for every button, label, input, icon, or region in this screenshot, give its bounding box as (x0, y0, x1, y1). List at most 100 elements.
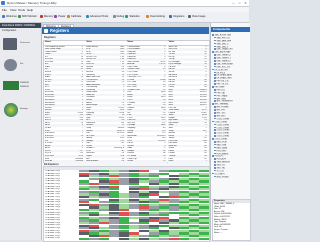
config-header: Dual Rank DDR4 / 3200MHz (0, 23, 41, 28)
tree-node-icon (214, 91, 216, 94)
register-value: Enabled (75, 160, 83, 163)
components-panel: Components SMU_BOOST_MIN SMU_PHY_CTL SMU_M… (210, 23, 251, 241)
tree-node-icon (214, 140, 216, 143)
registers-section-label: Registers (44, 36, 56, 39)
tree-node-icon (212, 138, 214, 140)
component-label: MISC_FUSES (216, 175, 229, 178)
toolbar-button-6[interactable]: Debug (112, 14, 124, 20)
component-label: SMU_BOOST_MIN (214, 34, 231, 37)
heatmap-cell[interactable] (109, 237, 119, 240)
toolbar-button-10[interactable]: Raw Image (188, 14, 206, 20)
tree-node-icon (214, 60, 216, 62)
heatmap-cell[interactable] (129, 237, 139, 240)
toolbar-icon (66, 15, 70, 18)
heatmap-cell[interactable] (189, 237, 199, 240)
tree-node-icon (214, 135, 216, 137)
tree-node-icon (214, 158, 216, 160)
toolbar-button-3[interactable]: Power (54, 14, 66, 20)
tree-node-icon (214, 100, 216, 103)
heatmap-cell[interactable] (139, 237, 149, 240)
component-label: OC_CTL (216, 170, 225, 173)
toolbar-icon (169, 15, 173, 18)
registers-icon (44, 28, 48, 33)
register-name: Row Hammer (86, 160, 99, 163)
minimize-button[interactable]: — (231, 1, 236, 5)
tree-node-icon (214, 74, 216, 77)
toolbar-button-0[interactable]: Welcome (2, 14, 17, 20)
registers-table: Name Clk Frequency Source 0 Gear Down Mode 1… (43, 40, 210, 163)
toolbar-button-4[interactable]: Calibrate (66, 14, 81, 20)
heatmap-cell[interactable] (169, 237, 179, 240)
tree-node-icon (214, 80, 216, 82)
tree-node-icon (214, 88, 216, 91)
tree-node-icon (214, 54, 216, 56)
component-label: FCH_GPIO (216, 149, 227, 152)
toolbar-button-7[interactable]: Statistics (125, 14, 140, 20)
dimm-icon[interactable] (3, 81, 19, 90)
tree-node-icon (214, 129, 216, 131)
tree-node-icon (214, 114, 216, 117)
register-name: Done (168, 160, 174, 163)
heatmap-cell[interactable] (79, 237, 89, 240)
tree-node-icon (214, 62, 216, 65)
toolbar-icon (145, 15, 149, 18)
tree-node-icon (212, 86, 214, 88)
tree-node-icon (214, 132, 216, 134)
register-column: Name Clk Frequency Source 0 Gear Down Mode 1… (44, 41, 85, 163)
tree-node-icon (214, 146, 216, 149)
dimm-a1-label: DIMM A1 (20, 82, 29, 84)
property-row: Notes: — (214, 231, 222, 234)
tree-node-icon (214, 117, 216, 120)
heatmap-cell[interactable] (89, 237, 99, 240)
tree-node-icon (214, 94, 216, 97)
tree-node-icon (214, 77, 216, 79)
toolbar-button-2[interactable]: Memory (39, 14, 54, 20)
tree-node-icon (214, 152, 216, 155)
properties-panel: Properties Name: UMC_TIMING_0 Offset: 0x2… (212, 199, 251, 241)
tree-node-icon (212, 34, 214, 36)
component-label: CCX0_CORE0 (216, 118, 230, 121)
left-panel: Dual Rank DDR4 / 3200MHz Configuration P… (0, 23, 42, 240)
component-label: PHY_CAL (216, 92, 226, 95)
component-label: MP1_EDC (216, 115, 226, 118)
window-title: Ryzen Master / Memory Timing Utility (7, 1, 57, 5)
processor-icon[interactable] (3, 38, 17, 50)
tree-node-icon (214, 161, 216, 163)
storage-label: Storage (20, 108, 28, 110)
toolbar-button-1[interactable]: SMU Monitor (17, 14, 37, 20)
heatmap-cell[interactable] (119, 237, 129, 240)
heatmap-cell[interactable] (199, 237, 209, 240)
die-icon[interactable] (4, 59, 17, 71)
toolbar-label: Statistics (129, 15, 140, 18)
component-label: SVI2_TEL (216, 167, 226, 170)
toolbar-label: Welcome (6, 15, 17, 18)
tree-node-icon (212, 120, 214, 123)
heatmap-cell[interactable] (99, 237, 109, 240)
register-row[interactable]: Row Hammer Off (85, 160, 127, 163)
config-subtitle: Configuration (2, 29, 17, 32)
tree-node-icon (214, 45, 216, 48)
toolbar: Welcome SMU Monitor Memory Power Calibrate Ad… (0, 12, 249, 23)
toolbar-button-5[interactable]: Advanced Tools (85, 14, 108, 20)
component-label: NBIO_SATA (216, 147, 227, 150)
toolbar-label: Memory (43, 15, 54, 18)
heatmap-cell[interactable] (149, 237, 159, 240)
storage-icon[interactable] (4, 103, 18, 117)
register-row[interactable]: Scalar 1x (126, 160, 168, 163)
toolbar-button-9[interactable]: Registers (169, 14, 184, 20)
heatmap-cell[interactable] (179, 237, 189, 240)
tree-node-icon (214, 36, 216, 39)
component-item[interactable]: MISC_FUSES (212, 175, 249, 179)
tree-node-icon (212, 155, 214, 157)
tree-node-icon (214, 42, 216, 45)
toolbar-button-8[interactable]: Overclocking (145, 14, 165, 20)
close-button[interactable]: ✕ (243, 1, 248, 5)
tree-node-icon (214, 112, 216, 114)
tree-node-icon (212, 68, 214, 71)
component-label: CCX0_CORE2 (216, 123, 230, 126)
component-label: PHY_TRAIN (216, 95, 228, 97)
heatmap-row-labels: Ch A Rank 0 DQ0 Ch A Rank 0 DQ1 Ch A Rank … (44, 170, 78, 240)
maximize-button[interactable]: □ (237, 1, 242, 5)
register-row[interactable]: Done 1 (167, 160, 209, 163)
heatmap-cell[interactable] (159, 237, 169, 240)
